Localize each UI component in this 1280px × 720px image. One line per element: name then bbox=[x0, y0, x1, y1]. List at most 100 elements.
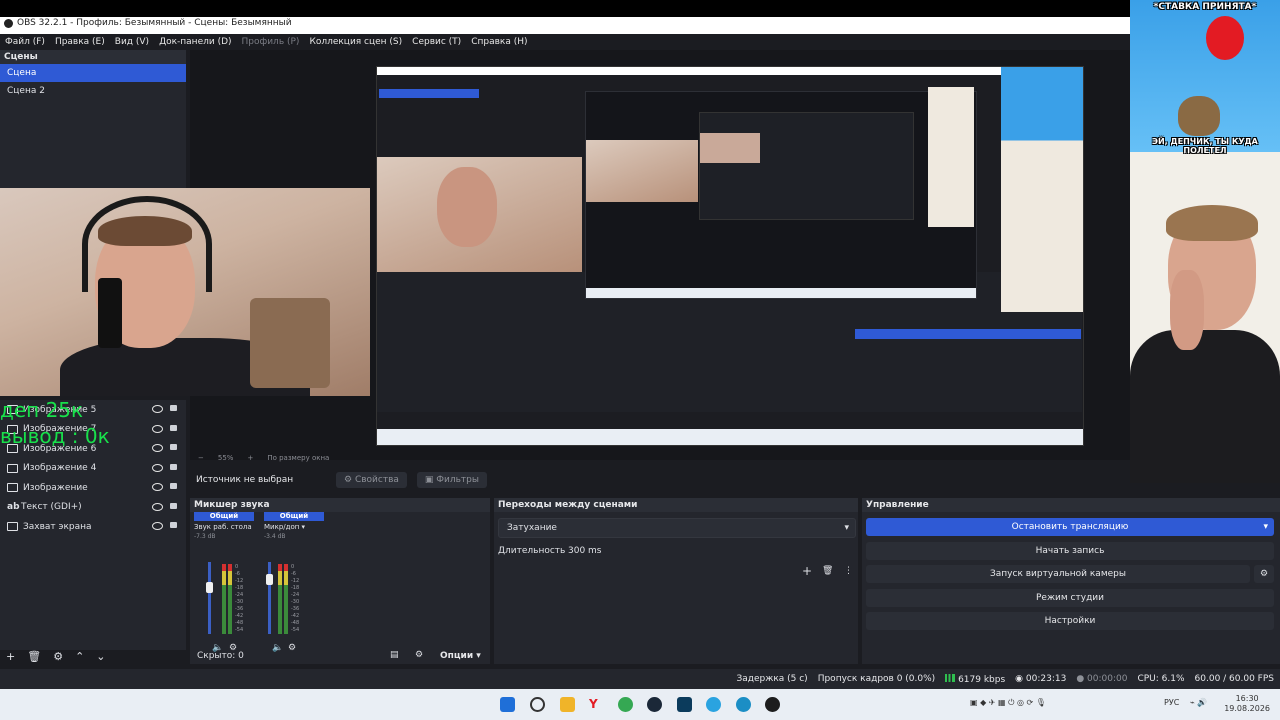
taskbar-clock[interactable]: 16:30 19.08.2026 bbox=[1224, 694, 1270, 714]
tray-icons[interactable]: ▣ ◆ ✈ ▦ ⏻ ◎ ⟳ 🎙 bbox=[970, 698, 1046, 708]
menu-view[interactable]: Вид (V) bbox=[115, 37, 149, 47]
source-item[interactable]: ab Текст (GDI+) bbox=[0, 498, 186, 518]
menu-tools[interactable]: Сервис (T) bbox=[412, 37, 461, 47]
yandex-browser-icon[interactable]: Y bbox=[589, 697, 604, 712]
level-meter bbox=[284, 564, 288, 634]
mixer-channel: Общий Звук раб. стола ▾ -7.3 dB 0-6-12-1… bbox=[194, 512, 254, 653]
properties-button[interactable]: ⚙ Свойства bbox=[336, 472, 407, 488]
visibility-eye-icon[interactable] bbox=[152, 424, 163, 433]
virtual-camera-settings-icon[interactable]: ⚙ bbox=[1254, 565, 1274, 583]
lock-icon[interactable] bbox=[170, 444, 177, 450]
keyboard-language[interactable]: РУС bbox=[1164, 698, 1179, 707]
menu-scene-collection[interactable]: Коллекция сцен (S) bbox=[309, 37, 402, 47]
window-title: OBS 32.2.1 - Профиль: Безымянный - Сцены… bbox=[4, 18, 292, 28]
file-explorer-icon[interactable] bbox=[560, 697, 575, 712]
remove-transition-icon[interactable]: 🗑 bbox=[822, 566, 833, 576]
add-transition-icon[interactable]: + bbox=[802, 564, 812, 578]
telegram-alt-icon[interactable] bbox=[736, 697, 751, 712]
delay-status: Задержка (5 c) bbox=[736, 674, 808, 684]
stop-streaming-button[interactable]: Остановить трансляцию ▾ bbox=[866, 518, 1274, 536]
source-label: Изображение bbox=[23, 482, 88, 493]
chevron-down-icon[interactable]: ▾ bbox=[1263, 518, 1268, 536]
filters-button[interactable]: ▣ Фильтры bbox=[416, 472, 487, 488]
windows-start-icon[interactable] bbox=[500, 697, 515, 712]
transition-type-select[interactable]: Затухание ▾ bbox=[498, 518, 856, 538]
menu-edit[interactable]: Правка (E) bbox=[55, 37, 105, 47]
source-item[interactable]: Изображение 4 bbox=[0, 459, 186, 479]
volume-fader[interactable] bbox=[208, 562, 211, 634]
lock-icon[interactable] bbox=[170, 522, 177, 528]
transition-menu-icon[interactable]: ⋮ bbox=[844, 566, 853, 576]
lock-icon[interactable] bbox=[170, 463, 177, 470]
zoom-in-icon[interactable]: + bbox=[247, 454, 253, 462]
visibility-eye-icon[interactable] bbox=[152, 463, 163, 472]
lock-icon[interactable] bbox=[170, 483, 177, 489]
visibility-eye-icon[interactable] bbox=[152, 502, 163, 511]
cpu-status: CPU: 6.1% bbox=[1137, 674, 1185, 684]
meme-image: *СТАВКА ПРИНЯТА* ЭЙ, ДЕПЧИК, ТЫ КУДА ПОЛ… bbox=[1130, 0, 1280, 483]
source-item[interactable]: Изображение bbox=[0, 478, 186, 498]
channel-tag: Общий bbox=[264, 512, 324, 521]
visibility-eye-icon[interactable] bbox=[152, 405, 163, 413]
mixer-options-label: Опции bbox=[440, 651, 474, 661]
channel-name[interactable]: Микр/доп ▾ bbox=[264, 523, 324, 531]
terminal-icon[interactable] bbox=[677, 697, 692, 712]
volume-fader[interactable] bbox=[268, 562, 271, 634]
network-volume-icons[interactable]: ⌁ 🔊 bbox=[1190, 698, 1207, 707]
advanced-audio-icon[interactable]: ⚙ bbox=[415, 650, 423, 660]
layout-icon[interactable]: ▤ bbox=[390, 650, 399, 660]
menu-file[interactable]: Файл (F) bbox=[5, 37, 45, 47]
gear-icon[interactable]: ⚙ bbox=[53, 650, 63, 663]
remove-source-icon[interactable]: 🗑 bbox=[27, 650, 41, 663]
settings-button[interactable]: Настройки bbox=[866, 612, 1274, 630]
menu-docks[interactable]: Док-панели (D) bbox=[159, 37, 231, 47]
fps-status: 60.00 / 60.00 FPS bbox=[1194, 674, 1274, 684]
move-up-icon[interactable]: ⌃ bbox=[75, 650, 84, 663]
telegram-icon[interactable] bbox=[706, 697, 721, 712]
balloon-icon bbox=[1206, 16, 1244, 60]
source-label: Захват экрана bbox=[23, 521, 92, 532]
mixer-title: Микшер звука bbox=[190, 498, 490, 512]
virtual-camera-button[interactable]: Запуск виртуальной камеры bbox=[866, 565, 1250, 583]
chevron-down-icon: ▾ bbox=[844, 523, 849, 533]
visibility-eye-icon[interactable] bbox=[152, 444, 163, 452]
move-down-icon[interactable]: ⌄ bbox=[96, 650, 105, 663]
bitrate-value: 6179 kbps bbox=[958, 674, 1006, 685]
start-recording-button[interactable]: Начать запись bbox=[866, 542, 1274, 560]
visibility-eye-icon[interactable] bbox=[152, 522, 163, 530]
audio-mixer-panel: Микшер звука Общий Звук раб. стола ▾ -7.… bbox=[190, 498, 490, 664]
mixer-options-button[interactable]: Опции ▾ bbox=[440, 651, 481, 661]
scenes-panel-title: Сцены bbox=[0, 50, 186, 64]
controls-title: Управление bbox=[862, 498, 1280, 512]
status-bar: Задержка (5 c) Пропуск кадров 0 (0.0%) 6… bbox=[0, 669, 1280, 689]
channel-name-text: Микр/доп bbox=[264, 523, 300, 531]
chrome-icon[interactable] bbox=[618, 697, 633, 712]
monitor-icon bbox=[7, 522, 18, 532]
visibility-eye-icon[interactable] bbox=[152, 483, 163, 491]
search-icon[interactable] bbox=[530, 697, 545, 712]
lock-icon[interactable] bbox=[170, 502, 177, 509]
zoom-mode-select[interactable]: По размеру окна bbox=[267, 454, 329, 462]
add-source-icon[interactable]: + bbox=[6, 650, 15, 663]
mixer-footer: Скрыто: 0 ▤ ⚙ Опции ▾ bbox=[190, 648, 490, 665]
lock-icon[interactable] bbox=[170, 405, 177, 411]
zoom-out-icon[interactable]: − bbox=[198, 454, 204, 462]
channel-name[interactable]: Звук раб. стола ▾ bbox=[194, 523, 254, 531]
menu-help[interactable]: Справка (H) bbox=[471, 37, 527, 47]
scene-item[interactable]: Сцена bbox=[0, 64, 186, 82]
studio-mode-button[interactable]: Режим студии bbox=[866, 589, 1274, 607]
fader-knob[interactable] bbox=[266, 574, 273, 585]
transitions-title: Переходы между сценами bbox=[494, 498, 858, 512]
properties-button-label: Свойства bbox=[354, 475, 399, 485]
steam-icon[interactable] bbox=[647, 697, 662, 712]
meme-caption-mid: ЭЙ, ДЕПЧИК, ТЫ КУДА ПОЛЕТЕЛ bbox=[1152, 137, 1258, 155]
zoom-value: 55% bbox=[217, 453, 234, 462]
duration-spinbox[interactable]: 300 ms bbox=[560, 542, 852, 560]
fader-knob[interactable] bbox=[206, 582, 213, 593]
obs-taskbar-icon[interactable] bbox=[765, 697, 780, 712]
lock-icon[interactable] bbox=[170, 424, 177, 431]
scene-item[interactable]: Сцена 2 bbox=[0, 82, 186, 100]
source-item[interactable]: Захват экрана bbox=[0, 517, 186, 537]
stream-time-status: ◉ 00:23:13 bbox=[1015, 674, 1066, 684]
clock-time: 16:30 bbox=[1235, 694, 1259, 703]
